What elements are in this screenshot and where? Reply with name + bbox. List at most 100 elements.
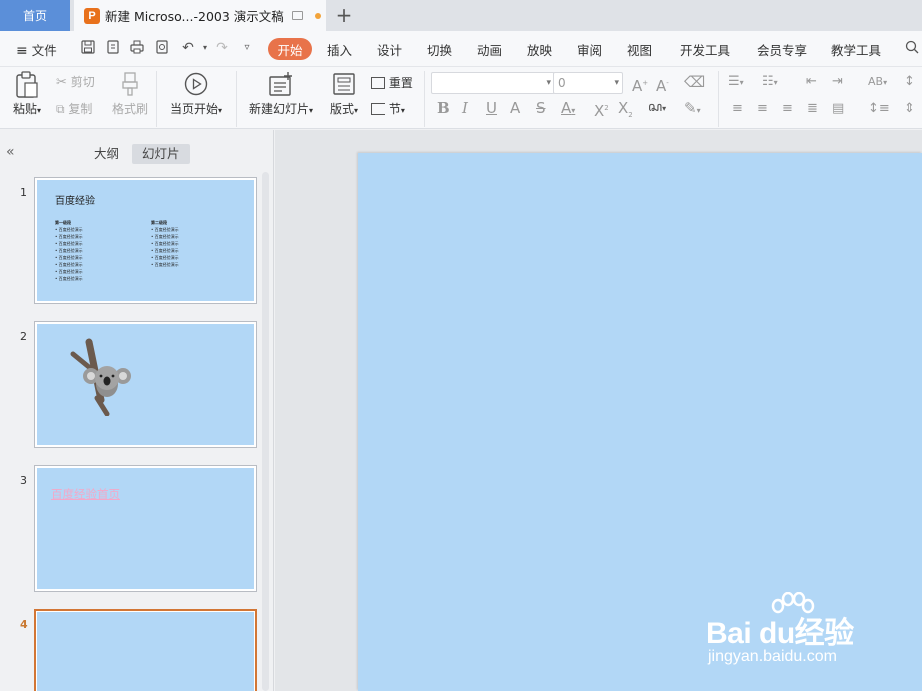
decrease-indent-icon[interactable]: ⇤ xyxy=(806,74,817,90)
baidu-jingyan-watermark: Bai du经验 jingyan.baidu.com xyxy=(706,592,878,672)
new-slide-button[interactable]: 新建幻灯片▾ xyxy=(246,71,316,117)
bullet-line: • 百度经验演示 xyxy=(55,241,83,246)
new-slide-label: 新建幻灯片 xyxy=(248,102,309,116)
search-icon[interactable] xyxy=(904,40,920,56)
font-size-select[interactable]: 0 ▾ xyxy=(553,72,623,94)
redo-icon[interactable]: ↷ xyxy=(214,40,230,56)
section-icon xyxy=(371,103,385,115)
document-title: 新建 Microso...-2003 演示文稿 xyxy=(105,9,284,24)
file-menu[interactable]: ≡ 文件 xyxy=(16,40,57,59)
format-painter-button[interactable]: 格式刷 xyxy=(110,71,150,117)
undo-icon[interactable]: ↶ xyxy=(180,40,196,56)
cut-label: 剪切 xyxy=(70,75,95,89)
slide-thumbnail-2[interactable] xyxy=(34,321,257,448)
bullet-line: • 百度经验演示 xyxy=(55,255,83,260)
bold-icon[interactable]: B xyxy=(437,100,450,116)
copy-button[interactable]: ⧉ 复制 xyxy=(56,100,92,117)
menu-transition[interactable]: 切换 xyxy=(427,40,452,59)
new-tab-plus-icon[interactable]: + xyxy=(334,4,354,26)
clear-format-eraser-icon[interactable]: ⌫ xyxy=(684,74,705,90)
slide-1-col1-heading: 第一级段 xyxy=(55,220,71,225)
slide-number: 3 xyxy=(20,474,27,487)
menu-developer-tools[interactable]: 开发工具 xyxy=(680,40,730,59)
slide-thumbnail-1[interactable]: 百度经验 第一级段 • 百度经验演示 • 百度经验演示 • 百度经验演示 • 百… xyxy=(34,177,257,304)
print-preview-icon[interactable] xyxy=(154,40,170,56)
play-circle-icon xyxy=(184,72,208,96)
panel-scrollbar[interactable] xyxy=(262,172,269,691)
slide-3-title-link: 百度经验首页 xyxy=(51,487,120,501)
font-color-icon[interactable]: A▾ xyxy=(561,100,575,119)
menu-slideshow[interactable]: 放映 xyxy=(527,40,552,59)
new-slide-icon xyxy=(269,72,292,96)
unsaved-dot-icon xyxy=(314,12,321,19)
slide-thumbnail-3[interactable]: 百度经验首页 xyxy=(34,465,257,592)
play-from-current-button[interactable]: 当页开始▾ xyxy=(167,71,225,117)
menu-view[interactable]: 视图 xyxy=(627,40,652,59)
justify-icon[interactable]: ≣ xyxy=(807,101,818,117)
layout-label: 版式 xyxy=(329,102,354,116)
slide-1-col2-heading: 第二级段 xyxy=(151,220,167,225)
increase-font-icon[interactable]: A+ xyxy=(632,75,648,94)
menu-start-tab[interactable]: 开始 xyxy=(268,38,312,60)
bullet-line: • 百度经验演示 xyxy=(151,248,179,253)
bullet-line: • 百度经验演示 xyxy=(55,276,83,281)
tab-home[interactable]: 首页 xyxy=(0,0,70,31)
menu-review[interactable]: 审阅 xyxy=(577,40,602,59)
font-family-select[interactable]: ▾ xyxy=(431,72,555,94)
paste-icon xyxy=(16,71,38,98)
increase-indent-icon[interactable]: ⇥ xyxy=(832,74,843,90)
menu-teaching-tools[interactable]: 教学工具 xyxy=(831,40,881,59)
koala-on-branch-image xyxy=(70,338,131,416)
paste-button[interactable]: 粘贴▾ xyxy=(10,71,44,117)
bullet-line: • 百度经验演示 xyxy=(55,227,83,232)
file-menu-label: 文件 xyxy=(31,43,57,58)
bullet-line: • 百度经验演示 xyxy=(151,255,179,260)
menu-member[interactable]: 会员专享 xyxy=(757,40,807,59)
export-pdf-icon[interactable] xyxy=(105,40,121,56)
watermark-url: jingyan.baidu.com xyxy=(708,648,837,665)
quick-access-more-icon[interactable]: ▿ xyxy=(239,40,255,56)
paragraph-spacing-icon[interactable]: ⇕ xyxy=(904,101,915,117)
font-size-value: 0 xyxy=(558,76,566,90)
superscript-icon[interactable]: X2 xyxy=(594,100,609,119)
align-left-icon[interactable]: ≡ xyxy=(732,101,743,117)
print-icon[interactable] xyxy=(129,40,145,56)
text-effect-icon[interactable]: A xyxy=(510,100,520,116)
distribute-icon[interactable]: ▤ xyxy=(832,101,844,117)
monitor-icon[interactable] xyxy=(291,11,303,20)
strikethrough-icon[interactable]: S xyxy=(536,100,546,116)
bullet-line: • 百度经验演示 xyxy=(55,248,83,253)
hamburger-icon: ≡ xyxy=(16,43,28,59)
save-icon[interactable] xyxy=(80,40,96,56)
bullet-line: • 百度经验演示 xyxy=(151,227,179,232)
slide-thumbnail-4[interactable] xyxy=(34,609,257,691)
tab-document[interactable]: P 新建 Microso...-2003 演示文稿 xyxy=(74,0,326,31)
align-right-icon[interactable]: ≡ xyxy=(782,101,793,117)
cut-button[interactable]: ✂ 剪切 xyxy=(56,73,95,90)
italic-icon[interactable]: I xyxy=(462,100,468,116)
text-direction-icon[interactable]: AB▾ xyxy=(868,74,887,91)
align-center-icon[interactable]: ≡ xyxy=(757,101,768,117)
menu-insert[interactable]: 插入 xyxy=(327,40,352,59)
decrease-font-icon[interactable]: A- xyxy=(656,75,669,94)
highlight-icon[interactable]: ✎▾ xyxy=(684,100,701,119)
underline-icon[interactable]: U xyxy=(486,100,497,116)
collapse-panel-icon[interactable]: « xyxy=(6,144,15,160)
scissors-icon: ✂ xyxy=(56,75,67,90)
subscript-icon[interactable]: X2 xyxy=(618,100,633,123)
wps-presentation-icon: P xyxy=(84,7,100,24)
reset-button[interactable]: 重置 xyxy=(371,74,413,91)
layout-button[interactable]: 版式▾ xyxy=(326,71,362,117)
tab-slides[interactable]: 幻灯片 xyxy=(132,144,190,164)
section-button[interactable]: 节▾ xyxy=(371,100,405,117)
slide-number: 1 xyxy=(20,186,27,199)
bullet-list-icon[interactable]: ☰▾ xyxy=(728,74,744,91)
line-spacing-icon[interactable]: ↕≡ xyxy=(868,101,890,117)
menu-animation[interactable]: 动画 xyxy=(477,40,502,59)
phonetic-guide-icon[interactable]: ꦱ▾ xyxy=(648,100,666,117)
menu-design[interactable]: 设计 xyxy=(377,40,402,59)
tab-outline[interactable]: 大纲 xyxy=(84,144,129,164)
sort-icon[interactable]: ↕ xyxy=(904,74,915,90)
undo-dropdown-icon[interactable]: ▾ xyxy=(197,40,213,56)
numbered-list-icon[interactable]: ☷▾ xyxy=(762,74,778,91)
